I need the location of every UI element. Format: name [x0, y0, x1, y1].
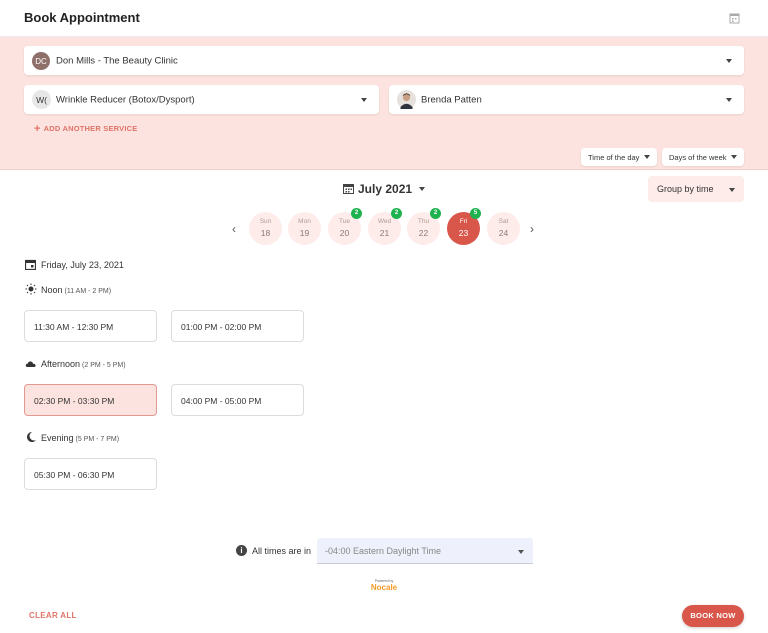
section-evening: Evening (5 PM - 7 PM) [25, 431, 119, 443]
provider-label: Brenda Patten [421, 94, 482, 105]
time-slot-label: 02:30 PM - 03:30 PM [34, 396, 115, 406]
service-label: Wrinkle Reducer (Botox/Dysport) [56, 94, 195, 105]
day-date: 21 [379, 228, 390, 238]
selected-date: Friday, July 23, 2021 [25, 259, 124, 270]
calendar-icon [25, 259, 36, 270]
chevron-down-icon [726, 58, 732, 63]
day-fri[interactable]: Fri 23 5 [447, 208, 481, 245]
section-range: (5 PM - 7 PM) [75, 436, 120, 443]
month-selector[interactable]: July 2021 [358, 182, 412, 196]
timezone-select[interactable]: -04:00 Eastern Daylight Time [317, 538, 533, 564]
add-service-button[interactable]: + ADD ANOTHER SERVICE [34, 123, 137, 135]
section-range: (11 AM - 2 PM) [64, 288, 112, 295]
chevron-down-icon[interactable] [419, 187, 425, 191]
moon-icon [27, 432, 36, 442]
group-by-select[interactable]: Group by time [648, 176, 744, 202]
info-icon[interactable]: i [236, 545, 247, 556]
chevron-down-icon [518, 550, 524, 554]
timezone-value: -04:00 Eastern Daylight Time [325, 546, 442, 556]
time-slot-label: 01:00 PM - 02:00 PM [181, 322, 262, 332]
day-name: Mon [298, 218, 311, 225]
time-slot[interactable]: 05:30 PM - 06:30 PM [24, 458, 157, 490]
sun-icon [25, 283, 37, 295]
section-name: Evening [41, 433, 74, 443]
day-date: 19 [299, 228, 310, 238]
book-now-button[interactable]: BOOK NOW [682, 605, 744, 627]
time-slot-label: 05:30 PM - 06:30 PM [34, 470, 115, 480]
section-name: Afternoon [41, 359, 81, 369]
availability-badge: 2 [391, 208, 402, 219]
day-name: Tue [339, 218, 350, 225]
chevron-down-icon [644, 155, 650, 159]
days-of-week-label: Days of the week [669, 153, 727, 162]
day-date: 20 [339, 228, 350, 238]
availability-badge: 2 [351, 208, 362, 219]
section-range: (2 PM - 5 PM) [82, 362, 126, 369]
provider-select[interactable]: Brenda Patten [389, 85, 744, 114]
day-date: 18 [260, 228, 271, 238]
day-date: 22 [418, 228, 429, 238]
day-sun[interactable]: Sun 18 [249, 212, 282, 245]
availability-badge: 2 [430, 208, 441, 219]
powered-by-brand: Nocale [370, 583, 398, 592]
time-of-day-filter[interactable]: Time of the day [581, 148, 657, 166]
day-name: Fri [459, 218, 468, 225]
section-noon: Noon (11 AM - 2 PM) [25, 283, 111, 295]
plus-icon: + [34, 123, 41, 135]
location-avatar: DC [32, 52, 50, 70]
day-mon[interactable]: Mon 19 [288, 212, 321, 245]
section-afternoon: Afternoon (2 PM - 5 PM) [25, 357, 126, 369]
time-slot-selected[interactable]: 02:30 PM - 03:30 PM [24, 384, 157, 416]
day-name: Wed [377, 218, 392, 225]
day-name: Sun [259, 218, 272, 225]
time-slot[interactable]: 04:00 PM - 05:00 PM [171, 384, 304, 416]
timezone-label: All times are in [252, 546, 312, 556]
location-select[interactable]: DC Don Mills - The Beauty Clinic [24, 46, 744, 75]
service-avatar: W( [32, 90, 51, 109]
time-slot[interactable]: 01:00 PM - 02:00 PM [171, 310, 304, 342]
day-name: Sat [498, 218, 509, 225]
location-label: Don Mills - The Beauty Clinic [56, 55, 178, 66]
day-date: 24 [498, 228, 509, 238]
day-name: Thu [417, 218, 430, 225]
cloud-icon [25, 361, 36, 367]
clear-all-button[interactable]: CLEAR ALL [29, 611, 77, 620]
day-sat[interactable]: Sat 24 [487, 212, 520, 245]
chevron-down-icon [361, 97, 367, 102]
add-service-label: ADD ANOTHER SERVICE [43, 124, 138, 133]
chevron-down-icon [729, 188, 735, 192]
powered-by-logo: Powered by Nocale [366, 579, 402, 595]
provider-avatar [397, 90, 416, 109]
day-date: 23 [458, 228, 469, 238]
calendar-settings-icon[interactable] [729, 12, 741, 24]
group-by-label: Group by time [657, 184, 714, 194]
next-week-icon[interactable]: › [530, 222, 534, 236]
days-of-week-filter[interactable]: Days of the week [662, 148, 744, 166]
chevron-down-icon [726, 97, 732, 102]
time-slot[interactable]: 11:30 AM - 12:30 PM [24, 310, 157, 342]
page-title: Book Appointment [24, 10, 140, 25]
time-slot-label: 11:30 AM - 12:30 PM [34, 322, 114, 332]
chevron-down-icon [731, 155, 737, 159]
availability-badge: 5 [470, 208, 481, 219]
section-name: Noon [41, 285, 63, 295]
service-select[interactable]: W( Wrinkle Reducer (Botox/Dysport) [24, 85, 379, 114]
time-of-day-label: Time of the day [588, 153, 640, 162]
day-wed[interactable]: Wed 21 2 [368, 208, 402, 245]
calendar-icon [343, 184, 354, 194]
day-thu[interactable]: Thu 22 2 [407, 208, 441, 245]
app-header: Book Appointment [0, 0, 768, 37]
day-tue[interactable]: Tue 20 2 [328, 208, 362, 245]
time-slot-label: 04:00 PM - 05:00 PM [181, 396, 262, 406]
prev-week-icon[interactable]: ‹ [232, 222, 236, 236]
selected-date-label: Friday, July 23, 2021 [41, 260, 124, 270]
